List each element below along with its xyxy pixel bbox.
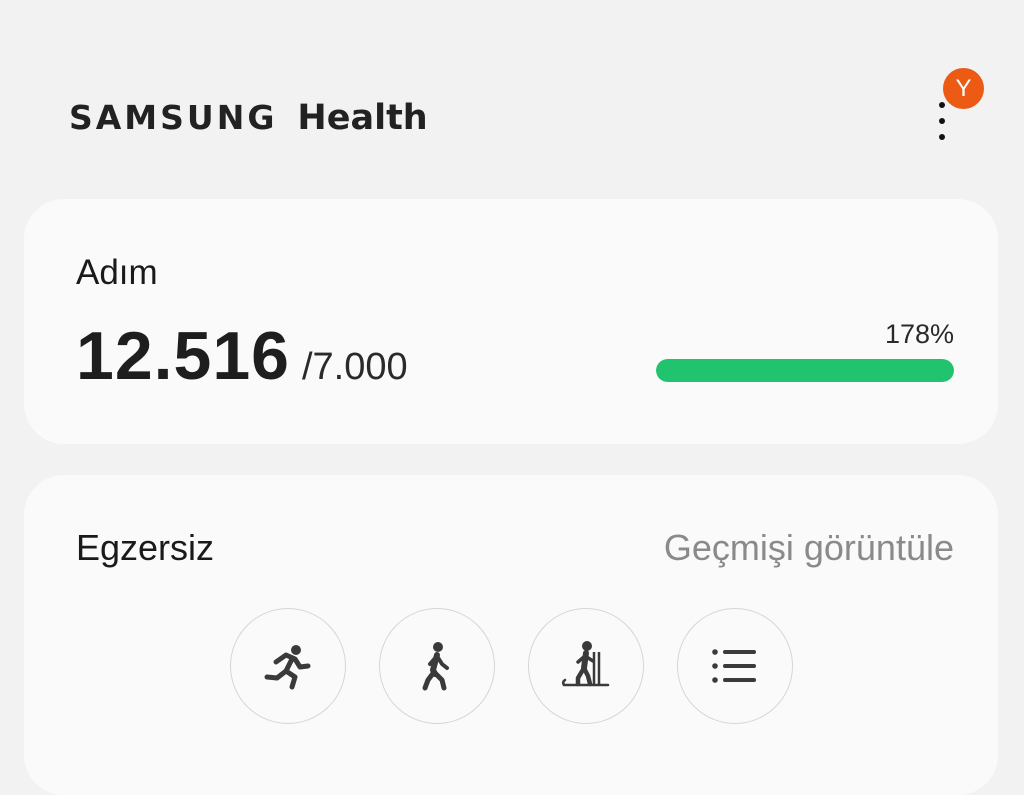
steps-goal: /7.000 [301, 346, 408, 388]
running-icon [264, 645, 311, 690]
steps-progress-fill [656, 359, 954, 382]
steps-count: 12.516 [76, 318, 290, 394]
steps-percent: 178% [884, 319, 954, 349]
account-avatar[interactable]: Y [943, 68, 984, 109]
cross-country-ski-button[interactable] [528, 608, 644, 724]
brand-health: Health [297, 98, 428, 138]
list-icon [712, 649, 756, 683]
steps-progress-bar [656, 359, 954, 382]
steps-value: 12.516 /7.000 [76, 317, 408, 395]
app-header: SAMSUNG Health Y [0, 0, 1024, 200]
more-options-icon [939, 102, 945, 108]
walking-button[interactable] [379, 608, 495, 724]
exercise-card: Egzersiz Geçmişi görüntüle [24, 475, 998, 795]
steps-title: Adım [76, 253, 158, 292]
cross-country-ski-icon [561, 641, 610, 687]
brand-samsung: SAMSUNG [69, 98, 278, 137]
view-history-link[interactable]: Geçmişi görüntüle [664, 527, 954, 569]
running-button[interactable] [230, 608, 346, 724]
exercise-title: Egzersiz [76, 527, 215, 568]
more-exercises-button[interactable] [677, 608, 793, 724]
app-logo: SAMSUNG Health [69, 98, 428, 138]
walking-icon [422, 642, 449, 691]
steps-card[interactable]: Adım 12.516 /7.000 178% [24, 199, 998, 444]
